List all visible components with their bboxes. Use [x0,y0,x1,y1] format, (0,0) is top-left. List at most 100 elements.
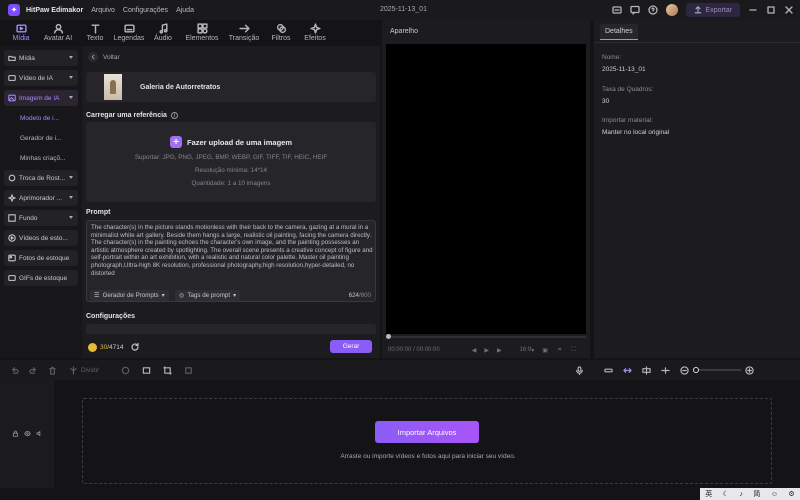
prompt-generator-label: Gerador de Prompts [102,292,159,299]
playback-scrubber[interactable] [386,334,586,339]
tab-elementos[interactable]: Elementos [180,20,224,44]
prompt-textarea[interactable]: The character(s) in the picture stands m… [86,220,376,302]
menu-configuracoes[interactable]: Configurações [123,7,168,14]
fullscreen-icon[interactable]: ⛶ [571,347,575,354]
sidebar-item-imagem-ia[interactable]: Imagem de IA [4,90,78,106]
tab-audio[interactable]: Áudio [146,20,180,44]
help-icon[interactable] [647,5,658,15]
split-icon[interactable] [69,365,78,375]
tab-avatar-ai[interactable]: Avatar AI [38,20,78,44]
sidebar-item-fotos-estoque[interactable]: Fotos de estoque [4,250,78,266]
tab-label: Transição [228,35,260,42]
menu-arquivo[interactable]: Arquivo [91,7,115,14]
sidebar-item-videos-estoque[interactable]: Vídeos de esto... [4,230,78,246]
freeze-icon[interactable] [184,366,193,375]
tab-label: Legendas [113,35,145,42]
media-icon [15,24,27,33]
magnet-icon[interactable] [623,366,632,375]
prompt-tags-label: Tags de prompt [187,292,231,299]
back-button[interactable]: Voltar [88,52,120,62]
zoom-out-icon[interactable] [680,365,689,375]
sidebar-item-video-ia[interactable]: Vídeo de IA [4,70,78,86]
sidebar-subitem-modelo[interactable]: Modelo de i... [4,110,78,126]
music-icon[interactable]: ♪ [739,491,743,498]
export-button[interactable]: Exportar [685,3,740,17]
generate-button[interactable]: Gerar [330,340,372,353]
caret-down-icon [69,216,73,219]
prompt-generator-button[interactable]: ☰ Gerador de Prompts ▾ [90,290,169,301]
ime-simplified[interactable]: 简 [753,489,760,499]
refresh-icon[interactable] [130,342,140,352]
upload-button[interactable]: + Fazer upload de uma imagem [170,136,292,148]
emoji-icon[interactable]: ☺ [771,491,778,498]
back-label: Voltar [103,53,120,61]
microphone-icon[interactable] [575,365,584,375]
sidebar-item-aprimorador[interactable]: Aprimorador ... [4,190,78,206]
track-mute-icon[interactable] [36,430,43,437]
mask-icon[interactable] [121,366,130,375]
menu-ajuda[interactable]: Ajuda [176,7,194,14]
sidebar-item-gifs-estoque[interactable]: GIFs de estoque [4,270,78,286]
aspect-ratio-select[interactable]: 16:9 [520,347,532,353]
snapshot-icon[interactable]: ▣ [542,347,548,354]
track-lock-icon[interactable] [12,430,19,437]
timeline-dropzone[interactable]: Importar Arquivos Arraste ou importe víd… [82,398,772,484]
sidebar-item-troca-rosto[interactable]: Troca de Rost... [4,170,78,186]
ime-language[interactable]: 英 [705,489,712,499]
tab-texto[interactable]: Texto [78,20,112,44]
tab-efeitos[interactable]: Efeitos [298,20,332,44]
undo-icon[interactable] [10,366,19,375]
tab-label: Filtros [271,35,291,42]
tab-transicao[interactable]: Transição [224,20,264,44]
prompt-tags-button[interactable]: ◎ Tags de prompt ▾ [175,290,241,301]
message-icon[interactable] [629,5,640,15]
sidebar-item-midia[interactable]: Mídia [4,50,78,66]
user-avatar[interactable] [665,4,678,16]
moon-icon[interactable]: ☾ [723,490,729,498]
import-material-label: Importar material: [602,117,653,124]
sidebar-item-fundo[interactable]: Fundo [4,210,78,226]
zoom-slider-handle[interactable] [693,367,700,373]
tab-midia[interactable]: Mídia [4,20,38,44]
screen-record-icon[interactable] [611,5,622,15]
next-frame-icon[interactable]: ▶ [497,347,502,354]
video-preview[interactable] [386,44,586,334]
caret-down-icon [69,56,73,59]
tab-detalhes[interactable]: Detalhes [600,24,638,40]
template-card[interactable]: Galeria de Autorretratos [86,72,376,102]
crop-timeline-icon[interactable] [163,365,172,375]
timeline-hint: Arraste ou importe vídeos e fotos aqui p… [340,453,516,460]
upload-dropzone[interactable]: + Fazer upload de uma imagem Suportar: JP… [86,122,376,202]
upload-label: Fazer upload de uma imagem [187,137,293,147]
speed-icon[interactable] [142,366,151,375]
tab-legendas[interactable]: Legendas [112,20,146,44]
scrubber-handle[interactable] [386,334,391,339]
photo-icon [8,254,16,262]
crop-icon[interactable]: ⌗ [558,347,561,354]
info-icon[interactable]: i [170,112,178,119]
sidebar-subitem-minhas-criacoes[interactable]: Minhas criaçõ... [4,150,78,166]
prev-frame-icon[interactable]: ◀ [472,347,477,354]
minimize-icon[interactable] [748,5,758,15]
delete-icon[interactable] [48,366,57,375]
play-icon[interactable]: ▶ [484,347,489,354]
fit-timeline-icon[interactable] [661,366,670,375]
zoom-slider[interactable] [693,367,742,373]
close-icon[interactable] [784,5,794,15]
timeline-toolbar: Dividir [0,360,800,380]
track-snap-icon[interactable] [642,365,651,375]
track-visibility-icon[interactable] [24,430,31,437]
zoom-in-icon[interactable] [745,365,754,375]
link-clips-icon[interactable] [604,366,613,375]
gear-icon[interactable]: ⚙ [788,490,794,498]
video-ai-icon [8,75,16,81]
import-files-button[interactable]: Importar Arquivos [375,421,479,443]
player-panel: Aparelho 00:00:00 / 00:00:00 ◀ ▶ ▶ 16:9 … [382,20,590,358]
char-count: 624 [348,292,359,299]
sidebar-subitem-gerador[interactable]: Gerador de i... [4,130,78,146]
split-label[interactable]: Dividir [81,367,99,374]
prompt-text[interactable]: The character(s) in the picture stands m… [91,224,373,277]
tab-filtros[interactable]: Filtros [264,20,298,44]
maximize-icon[interactable] [766,5,776,15]
redo-icon[interactable] [29,366,38,375]
